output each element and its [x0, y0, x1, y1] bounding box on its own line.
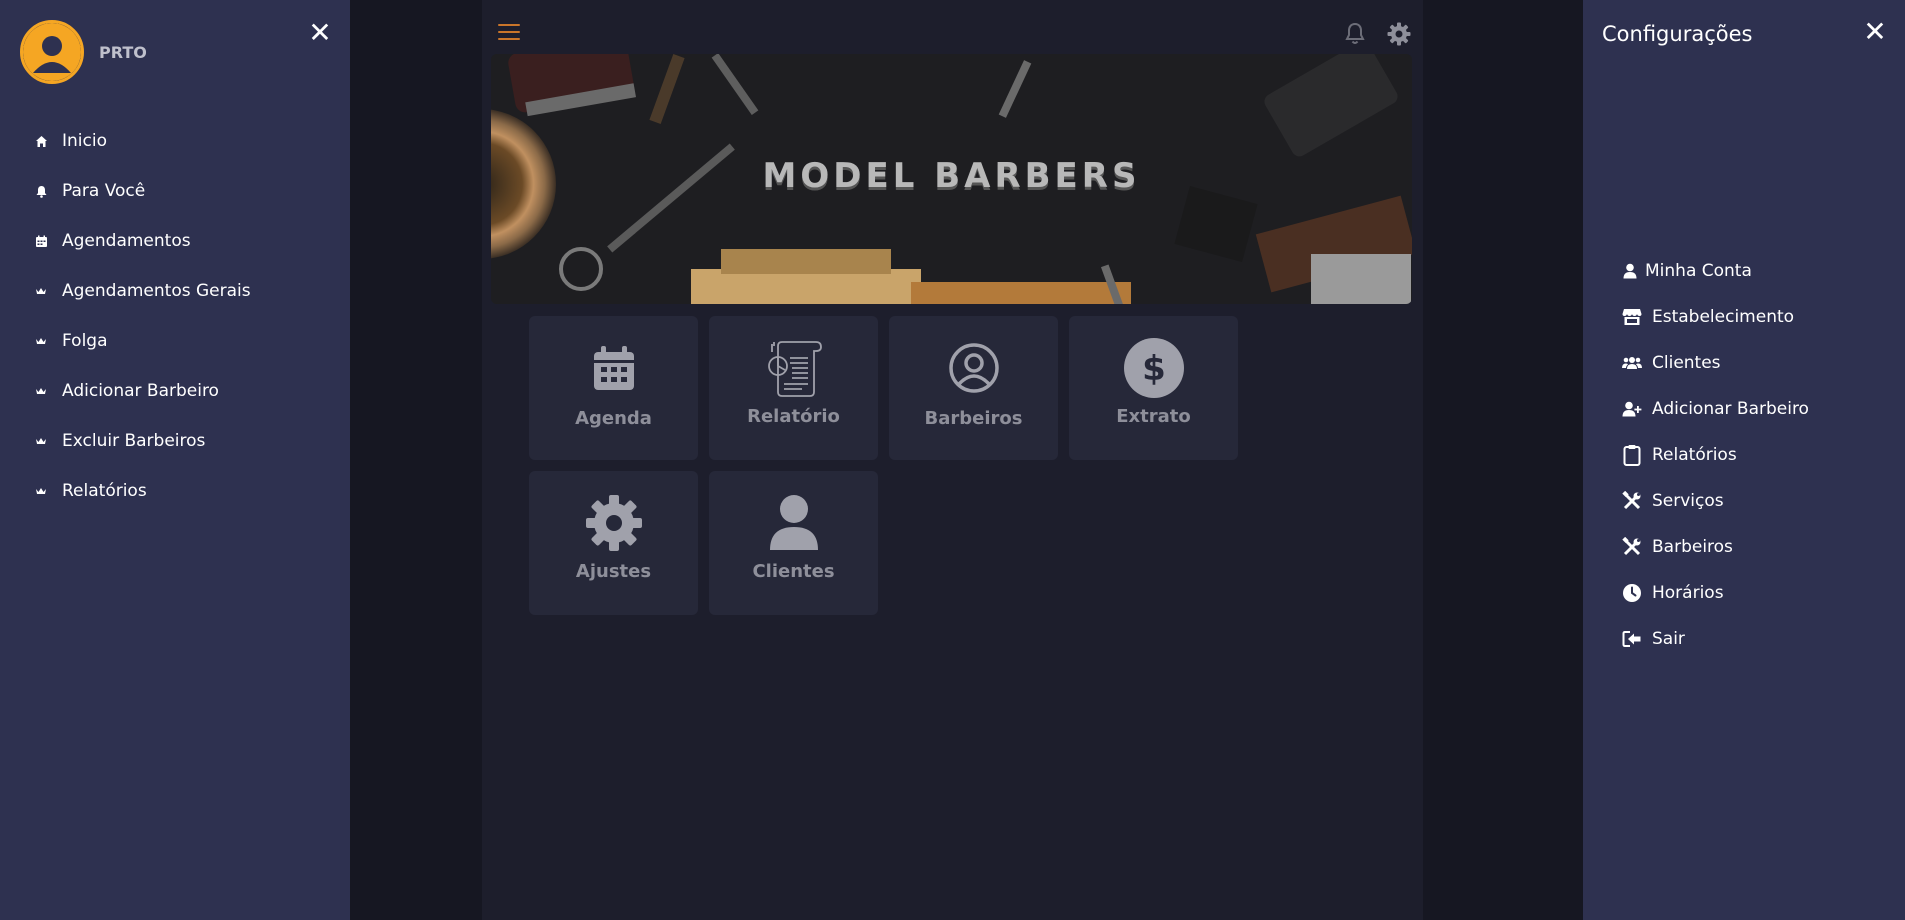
user-circle-icon — [948, 340, 1000, 396]
left-nav-label: Inicio — [62, 131, 107, 151]
bell-icon — [34, 184, 48, 198]
settings-item-barbeiros[interactable]: Barbeiros — [1622, 524, 1892, 570]
overlay-backdrop-left[interactable] — [350, 0, 482, 920]
gear-icon[interactable] — [1387, 22, 1411, 50]
settings-drawer: Configurações ✕ Minha Conta Estabelecime… — [1583, 0, 1905, 920]
settings-item-label: Adicionar Barbeiro — [1652, 399, 1809, 419]
left-nav-label: Folga — [62, 331, 108, 351]
tile-clientes[interactable]: Clientes — [709, 471, 878, 615]
home-icon — [34, 134, 48, 148]
settings-item-minha-conta[interactable]: Minha Conta — [1622, 248, 1892, 294]
settings-item-label: Clientes — [1652, 353, 1721, 373]
crown-icon — [34, 334, 48, 348]
left-nav-item-relatorios[interactable]: Relatórios — [0, 466, 350, 516]
tile-barbeiros[interactable]: Barbeiros — [889, 316, 1058, 460]
dollar-circle-icon: $ — [1123, 338, 1184, 398]
banner-title: MODEL BARBERS — [762, 156, 1141, 196]
tile-extrato[interactable]: $ Extrato — [1069, 316, 1238, 460]
hamburger-icon[interactable] — [498, 24, 520, 44]
left-nav-label: Agendamentos — [62, 231, 191, 251]
calendar-icon — [34, 234, 48, 248]
left-nav-item-para-voce[interactable]: Para Você — [0, 166, 350, 216]
left-drawer: PRTO ✕ Inicio Para Você Agendamentos Age… — [0, 0, 350, 920]
close-icon: ✕ — [308, 16, 332, 49]
left-nav: Inicio Para Você Agendamentos Agendament… — [0, 116, 350, 516]
settings-item-horarios[interactable]: Horários — [1622, 570, 1892, 616]
left-nav-item-agendamentos-gerais[interactable]: Agendamentos Gerais — [0, 266, 350, 316]
left-nav-label: Para Você — [62, 181, 146, 201]
report-icon — [764, 340, 824, 397]
user-icon — [1622, 261, 1638, 281]
tile-label: Clientes — [752, 561, 835, 582]
banner-image: MODEL BARBERS — [491, 54, 1412, 304]
close-left-drawer-button[interactable]: ✕ — [307, 16, 333, 49]
left-nav-item-excluir-barbeiros[interactable]: Excluir Barbeiros — [0, 416, 350, 466]
settings-nav: Minha Conta Estabelecimento Clientes Adi… — [1622, 248, 1892, 662]
tile-label: Ajustes — [575, 561, 652, 582]
close-icon: ✕ — [1863, 15, 1887, 48]
user-plus-icon — [1622, 399, 1642, 419]
crown-icon — [34, 384, 48, 398]
tile-ajustes[interactable]: Ajustes — [529, 471, 698, 615]
tile-label: Extrato — [1116, 406, 1191, 427]
settings-item-relatorios[interactable]: Relatórios — [1622, 432, 1892, 478]
store-icon — [1622, 307, 1642, 327]
user-icon — [768, 495, 820, 551]
settings-item-estabelecimento[interactable]: Estabelecimento — [1622, 294, 1892, 340]
settings-item-adicionar-barbeiro[interactable]: Adicionar Barbeiro — [1622, 386, 1892, 432]
calendar-icon — [592, 340, 636, 396]
tile-agenda[interactable]: Agenda — [529, 316, 698, 460]
tools-icon — [1622, 537, 1642, 557]
left-nav-item-agendamentos[interactable]: Agendamentos — [0, 216, 350, 266]
tools-icon — [1622, 491, 1642, 511]
left-nav-label: Adicionar Barbeiro — [62, 381, 219, 401]
settings-item-sair[interactable]: Sair — [1622, 616, 1892, 662]
left-nav-item-adicionar-barbeiro[interactable]: Adicionar Barbeiro — [0, 366, 350, 416]
settings-item-label: Sair — [1652, 629, 1685, 649]
crown-icon — [34, 284, 48, 298]
close-settings-button[interactable]: ✕ — [1862, 18, 1888, 46]
tile-label: Relatório — [747, 406, 840, 427]
crown-icon — [34, 434, 48, 448]
settings-item-label: Relatórios — [1652, 445, 1737, 465]
crown-icon — [34, 484, 48, 498]
users-icon — [1622, 353, 1642, 373]
clipboard-icon — [1622, 445, 1642, 466]
settings-item-label: Horários — [1652, 583, 1724, 603]
bell-icon[interactable] — [1344, 22, 1366, 50]
clock-icon — [1622, 583, 1642, 603]
left-nav-item-inicio[interactable]: Inicio — [0, 116, 350, 166]
left-nav-label: Agendamentos Gerais — [62, 281, 251, 301]
settings-item-label: Barbeiros — [1652, 537, 1733, 557]
left-nav-item-folga[interactable]: Folga — [0, 316, 350, 366]
settings-item-label: Estabelecimento — [1652, 307, 1795, 327]
main-content: MODEL BARBERS Agenda Relatório Barbeiros… — [482, 0, 1423, 920]
settings-title: Configurações — [1602, 22, 1753, 46]
tile-label: Barbeiros — [924, 408, 1023, 429]
settings-item-label: Minha Conta — [1645, 261, 1752, 281]
overlay-backdrop-right[interactable] — [1423, 0, 1583, 920]
settings-item-clientes[interactable]: Clientes — [1622, 340, 1892, 386]
gear-icon — [585, 495, 643, 551]
left-nav-label: Excluir Barbeiros — [62, 431, 206, 451]
user-name: PRTO — [99, 43, 147, 62]
logout-icon — [1622, 629, 1642, 649]
svg-text:$: $ — [1142, 349, 1166, 389]
left-nav-label: Relatórios — [62, 481, 147, 501]
settings-item-label: Serviços — [1652, 491, 1724, 511]
tile-relatorio[interactable]: Relatório — [709, 316, 878, 460]
tile-label: Agenda — [575, 408, 652, 429]
settings-item-servicos[interactable]: Serviços — [1622, 478, 1892, 524]
user-avatar-icon[interactable] — [20, 20, 84, 84]
